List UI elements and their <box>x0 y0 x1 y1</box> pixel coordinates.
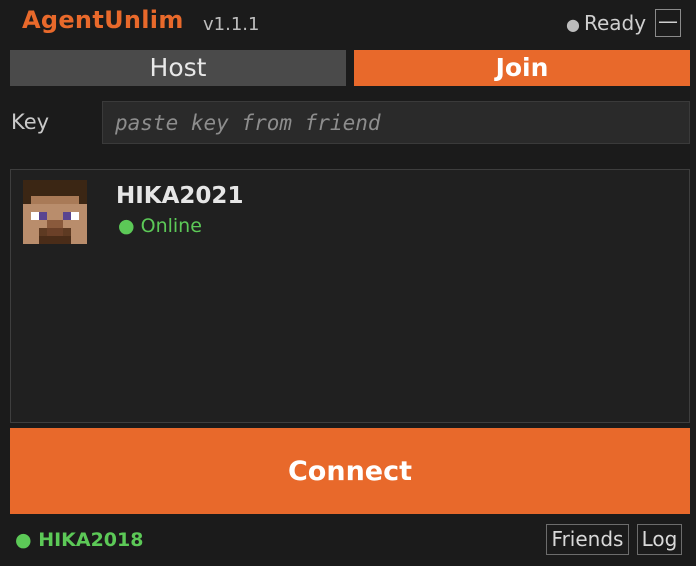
key-label: Key <box>11 110 50 134</box>
player-head-avatar <box>23 180 87 244</box>
status-text: Ready <box>583 11 647 35</box>
current-user: ● HIKA2018 <box>15 529 144 551</box>
minimize-button[interactable]: — <box>655 9 681 37</box>
tab-join[interactable]: Join <box>354 50 690 86</box>
app-version: v1.1.1 <box>203 14 260 35</box>
app-title: AgentUnlim <box>22 6 184 34</box>
list-item[interactable]: HIKA2021 ● Online <box>23 180 673 250</box>
log-button[interactable]: Log <box>637 524 682 555</box>
status-indicator: ● Ready <box>566 11 646 35</box>
key-input[interactable] <box>102 101 690 144</box>
friend-list: HIKA2021 ● Online <box>10 169 690 423</box>
title-bar: AgentUnlim v1.1.1 ● Ready — <box>0 0 696 50</box>
tab-host[interactable]: Host <box>10 50 346 86</box>
mode-tabs: Host Join <box>10 50 690 86</box>
status-dot-icon: ● <box>566 15 580 34</box>
connect-button[interactable]: Connect <box>10 428 690 514</box>
friends-button[interactable]: Friends <box>546 524 629 555</box>
friend-status: ● Online <box>118 215 202 237</box>
friend-name: HIKA2021 <box>116 183 244 209</box>
